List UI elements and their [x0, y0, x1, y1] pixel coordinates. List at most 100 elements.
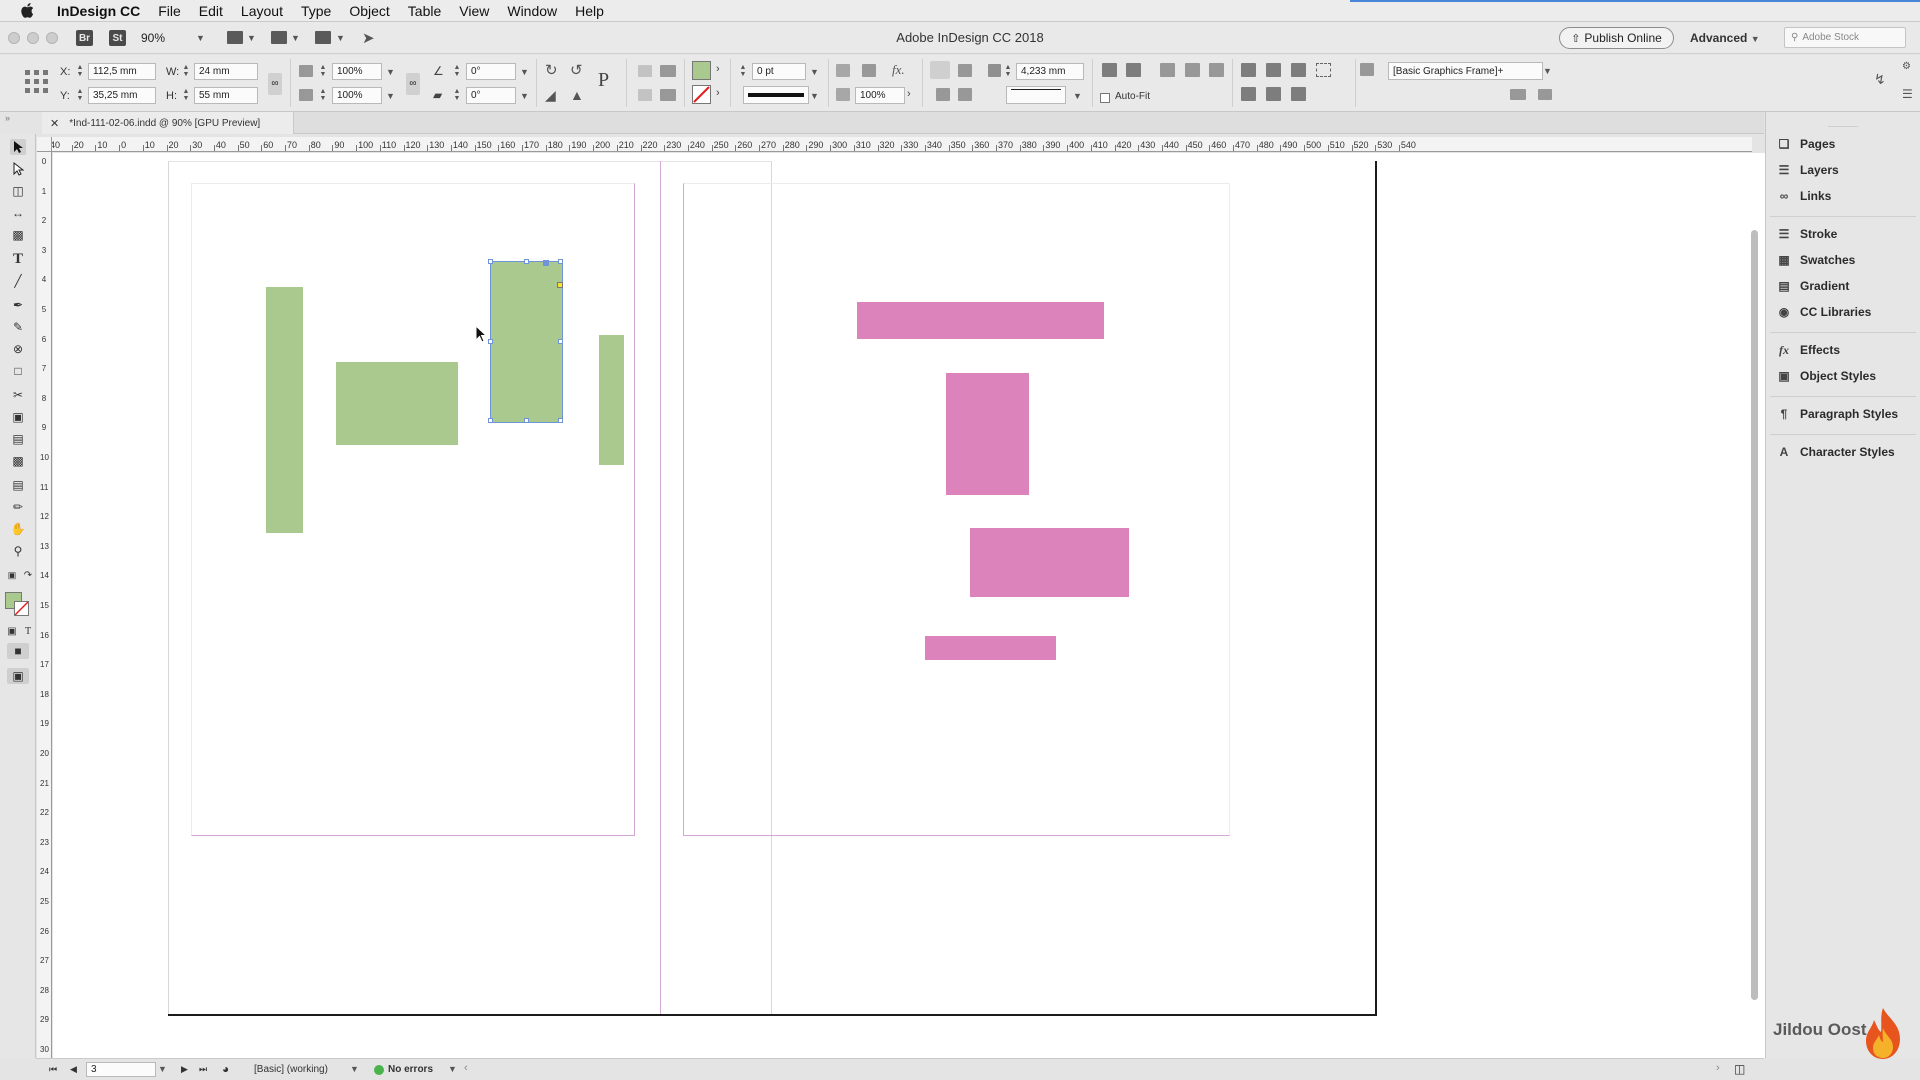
pink-rectangle-frame[interactable]	[970, 528, 1129, 597]
hand-tool-icon[interactable]: ✋	[10, 521, 26, 537]
selection-handle[interactable]	[558, 259, 563, 264]
select-next-icon[interactable]	[660, 89, 676, 101]
pages-panel-tab[interactable]: ❏ Pages	[1776, 134, 1836, 154]
align-vertical-center-icon[interactable]	[1266, 87, 1281, 101]
stroke-type-select[interactable]	[743, 86, 809, 104]
constrain-proportions-icon[interactable]: ∞	[268, 73, 282, 95]
x-position-field[interactable]: 112,5 mm	[88, 63, 156, 80]
content-grabber-handle[interactable]	[543, 260, 549, 266]
stroke-weight-chevron-icon[interactable]: ▼	[810, 67, 819, 77]
green-rectangle-frame[interactable]	[266, 287, 303, 533]
screen-mode-normal-icon[interactable]: ▣	[7, 668, 29, 684]
w-stepper[interactable]: ▲ ▼	[182, 64, 190, 79]
swap-colors-icon[interactable]: ↷	[20, 567, 36, 583]
links-panel-tab[interactable]: ∞ Links	[1776, 186, 1832, 206]
page-number-chevron-icon[interactable]: ▼	[158, 1064, 167, 1074]
scale-y-chevron-icon[interactable]: ▼	[386, 91, 395, 101]
scale-x-chevron-icon[interactable]: ▼	[386, 67, 395, 77]
pink-rectangle-frame[interactable]	[925, 636, 1056, 660]
align-stroke-inside-icon[interactable]	[958, 64, 972, 77]
panel-grip[interactable]	[1828, 126, 1858, 127]
menu-object[interactable]: Object	[340, 0, 398, 22]
vertical-scrollbar[interactable]	[1751, 230, 1758, 1000]
document-tab[interactable]: ✕ *Ind-111-02-06.indd @ 90% [GPU Preview…	[42, 112, 294, 134]
selected-green-rectangle-frame[interactable]	[488, 259, 563, 423]
preflight-profile-chevron-icon[interactable]: ▼	[350, 1064, 359, 1074]
scale-x-field[interactable]: 100%	[332, 63, 382, 80]
frame-fitting-icon[interactable]	[836, 64, 850, 77]
stroke-panel-tab[interactable]: ☰ Stroke	[1776, 224, 1838, 244]
flip-horizontal-icon[interactable]: ◢	[545, 87, 556, 104]
stroke-weight-field[interactable]: 0 pt	[752, 63, 806, 80]
style-options-icon[interactable]	[1538, 89, 1552, 100]
green-rectangle-frame[interactable]	[599, 335, 624, 465]
shear-chevron-icon[interactable]: ▼	[520, 91, 529, 101]
page-number-field[interactable]: 3	[86, 1062, 156, 1077]
paragraph-styles-panel-tab[interactable]: ¶ Paragraph Styles	[1776, 404, 1898, 424]
opacity-chevron-icon[interactable]: ›	[907, 88, 911, 100]
formatting-text-icon[interactable]: T	[20, 623, 36, 639]
auto-fit-checkbox[interactable]	[1100, 93, 1110, 103]
effects-panel-tab[interactable]: fx Effects	[1776, 340, 1840, 360]
menu-edit[interactable]: Edit	[190, 0, 232, 22]
corner-stepper[interactable]: ▲ ▼	[1004, 64, 1012, 79]
effects-fx-icon[interactable]: fx.	[892, 62, 905, 78]
object-style-chevron-icon[interactable]: ▼	[1543, 66, 1552, 76]
next-page-icon[interactable]: ▶	[181, 1064, 188, 1075]
shear-stepper[interactable]: ▲ ▼	[453, 88, 461, 103]
reference-point-icon[interactable]	[24, 69, 50, 95]
selection-handle[interactable]	[558, 418, 563, 423]
align-top-icon[interactable]	[1241, 87, 1256, 101]
menu-table[interactable]: Table	[399, 0, 450, 22]
type-tool-icon[interactable]: T	[10, 251, 26, 267]
pencil-tool-icon[interactable]: ✎	[10, 319, 26, 335]
previous-page-icon[interactable]: ◀	[70, 1064, 77, 1075]
rotation-chevron-icon[interactable]: ▼	[520, 67, 529, 77]
selection-tool-icon[interactable]	[10, 139, 26, 155]
flip-vertical-icon[interactable]: ▲	[570, 87, 584, 103]
control-panel-menu-icon[interactable]: ☰	[1902, 87, 1913, 101]
menu-layout[interactable]: Layout	[232, 0, 292, 22]
distribute-spacing-icon[interactable]	[1316, 63, 1331, 77]
stroke-chevron-icon[interactable]: ›	[716, 87, 720, 99]
pink-rectangle-frame[interactable]	[857, 302, 1104, 339]
quick-apply-lightning-icon[interactable]: ↯	[1874, 71, 1886, 88]
zoom-tool-icon[interactable]: ⚲	[10, 543, 26, 559]
menu-app-name[interactable]: InDesign CC	[48, 0, 149, 22]
selection-handle[interactable]	[488, 259, 493, 264]
ruler-origin[interactable]	[37, 137, 52, 152]
y-stepper[interactable]: ▲ ▼	[76, 88, 84, 103]
align-horizontal-center-icon[interactable]	[1266, 63, 1281, 77]
text-wrap-jump-icon[interactable]	[958, 88, 972, 101]
menu-type[interactable]: Type	[292, 0, 340, 22]
rotation-angle-field[interactable]: 0°	[466, 63, 516, 80]
menu-file[interactable]: File	[149, 0, 190, 22]
selection-handle[interactable]	[524, 259, 529, 264]
align-right-icon[interactable]	[1291, 63, 1306, 77]
default-colors-icon[interactable]: ▣	[4, 567, 20, 583]
x-stepper[interactable]: ▲ ▼	[76, 64, 84, 79]
scale-y-stepper[interactable]: ▲ ▼	[319, 88, 327, 103]
selection-handle[interactable]	[558, 339, 563, 344]
swatches-panel-tab[interactable]: ▦ Swatches	[1776, 250, 1855, 270]
workspace-switcher[interactable]: Advanced ▼	[1690, 31, 1760, 45]
layers-panel-tab[interactable]: ☰ Layers	[1776, 160, 1839, 180]
adobe-stock-search-input[interactable]: ⚲ Adobe Stock	[1784, 27, 1906, 48]
scroll-left-icon[interactable]: ‹	[464, 1062, 468, 1074]
y-position-field[interactable]: 35,25 mm	[88, 87, 156, 104]
corner-shape-select[interactable]	[1006, 86, 1066, 104]
scissors-tool-icon[interactable]: ✂	[10, 387, 26, 403]
drop-shadow-icon[interactable]	[862, 64, 876, 77]
shear-angle-field[interactable]: 0°	[466, 87, 516, 104]
rotate-stepper[interactable]: ▲ ▼	[453, 64, 461, 79]
pink-rectangle-frame[interactable]	[946, 373, 1029, 495]
pasteboard[interactable]	[53, 153, 1765, 1058]
object-style-select[interactable]: [Basic Graphics Frame]+	[1388, 62, 1543, 80]
stroke-color-indicator[interactable]	[14, 601, 29, 616]
note-tool-icon[interactable]: ▤	[10, 477, 26, 493]
scale-y-field[interactable]: 100%	[332, 87, 382, 104]
vertical-ruler[interactable]: 0 1 2 3 4 5 6 7 8 9 10 11 12 13 14 15 16 17 18 19 20 21 22 23 24…	[37, 152, 52, 1058]
gradient-swatch-tool-icon[interactable]: ▤	[10, 431, 26, 447]
formatting-container-icon[interactable]: ▣	[4, 623, 20, 639]
eyedropper-tool-icon[interactable]: ✏	[10, 499, 26, 515]
